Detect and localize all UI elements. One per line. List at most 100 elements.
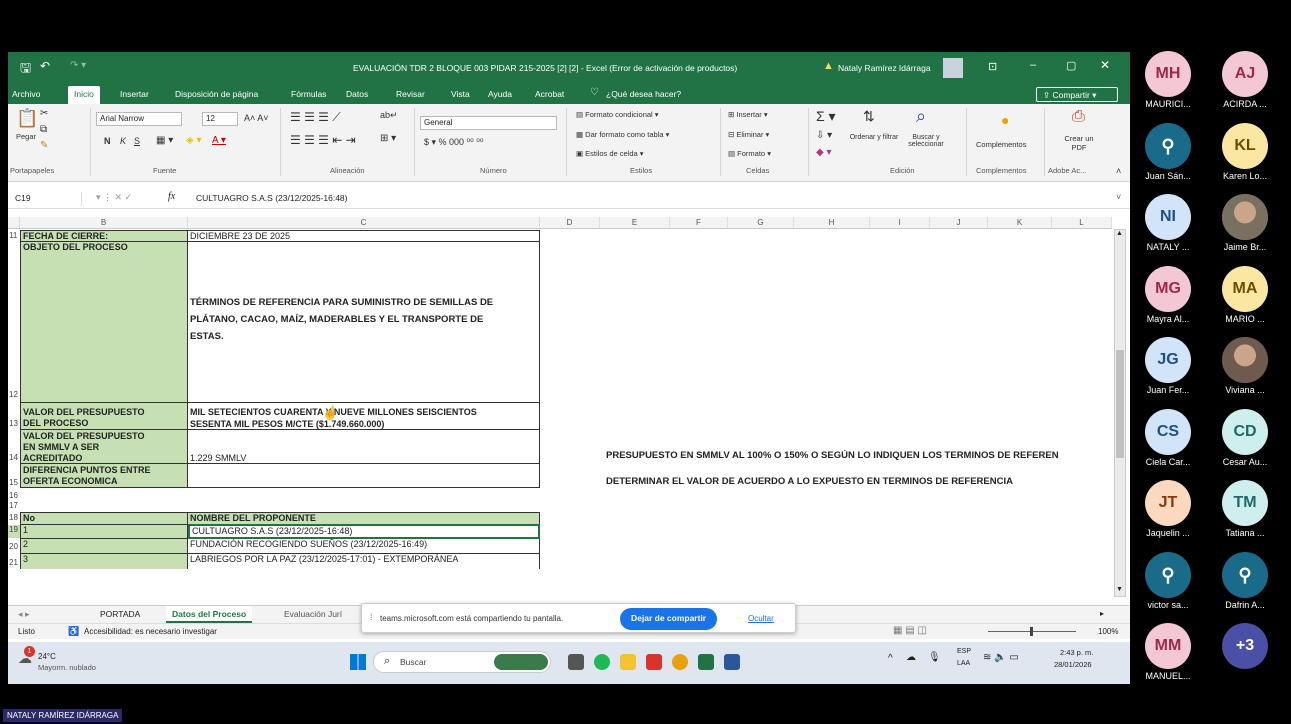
- row-header[interactable]: 16: [8, 491, 20, 500]
- column-header-i[interactable]: I: [870, 217, 930, 229]
- delete-cells-button[interactable]: ⊟ Eliminar ▾: [728, 130, 769, 139]
- column-header-k[interactable]: K: [988, 217, 1052, 229]
- keyboard-layout[interactable]: LAA: [957, 660, 970, 667]
- cell-b18[interactable]: No: [20, 512, 188, 525]
- fill-color-icon[interactable]: ◈ ▾: [186, 135, 202, 146]
- zoom-level[interactable]: 100%: [1098, 627, 1118, 636]
- scroll-up-icon[interactable]: ▲: [1116, 230, 1123, 237]
- sort-filter-button[interactable]: Ordenar y filtrar: [848, 134, 900, 141]
- cut-icon[interactable]: ✂: [40, 108, 48, 119]
- addins-button[interactable]: Complementos: [976, 140, 1026, 149]
- drag-handle-icon[interactable]: ⁞: [370, 612, 373, 622]
- undo-icon[interactable]: ↶: [40, 59, 50, 73]
- borders-icon[interactable]: ▦ ▾: [156, 135, 173, 146]
- italic-button[interactable]: K: [120, 136, 126, 146]
- view-normal-icon[interactable]: ▦ ▤ ◫: [893, 625, 927, 636]
- spreadsheet-grid[interactable]: B C D E F G H I J K L 11 FECHA DE CIERRE…: [8, 217, 1126, 600]
- addins-icon[interactable]: ●: [1001, 112, 1009, 128]
- column-header-g[interactable]: G: [728, 217, 794, 229]
- scroll-thumb[interactable]: [1116, 350, 1124, 458]
- participant-avatar[interactable]: MH: [1145, 51, 1191, 97]
- participant-avatar[interactable]: MM: [1145, 623, 1191, 669]
- ribbon-display-icon[interactable]: ⊡: [988, 60, 997, 73]
- font-grow-icon[interactable]: A˄ A˅: [244, 113, 269, 123]
- tab-archivo[interactable]: Archivo: [12, 89, 40, 99]
- cell-c21[interactable]: LABRIEGOS POR LA PAZ (23/12/2025-17:01) …: [188, 554, 540, 569]
- cell-b12[interactable]: OBJETO DEL PROCESO: [20, 242, 188, 402]
- find-icon[interactable]: ⌕: [916, 106, 926, 127]
- participant-avatar[interactable]: TM: [1222, 480, 1268, 526]
- participant-avatar[interactable]: MA: [1222, 265, 1268, 312]
- tab-formulas[interactable]: Fórmulas: [291, 89, 326, 99]
- participant-avatar[interactable]: KL: [1222, 122, 1268, 169]
- bold-button[interactable]: N: [104, 136, 111, 146]
- column-header-b[interactable]: B: [20, 217, 188, 229]
- cell-b13[interactable]: VALOR DEL PRESUPUESTO DEL PROCESO: [20, 402, 188, 430]
- currency-icon[interactable]: $ ▾ % 000 ⁰⁰ ⁰⁰: [424, 137, 483, 148]
- word-taskbar-icon[interactable]: [724, 654, 740, 670]
- cell-b21[interactable]: 3: [20, 554, 188, 569]
- cell-c11[interactable]: DICIEMBRE 23 DE 2025: [188, 230, 540, 242]
- cell-c12[interactable]: TÉRMINOS DE REFERENCIA PARA SUMINISTRO D…: [188, 242, 540, 402]
- column-header-d[interactable]: D: [540, 217, 600, 229]
- vertical-scrollbar[interactable]: ▲ ▼: [1114, 229, 1126, 597]
- participant-avatar[interactable]: CS: [1145, 408, 1191, 455]
- accessibility-icon[interactable]: ♿: [68, 626, 79, 637]
- insert-cells-button[interactable]: ⊞ Insertar ▾: [728, 110, 768, 119]
- tab-insertar[interactable]: Insertar: [120, 89, 149, 99]
- save-icon[interactable]: 🖫: [20, 59, 31, 81]
- cell-e14[interactable]: PRESUPUESTO EN SMMLV AL 100% O 150% O SE…: [606, 450, 1116, 462]
- tab-inicio[interactable]: Inicio: [68, 86, 100, 104]
- tab-vista[interactable]: Vista: [451, 89, 470, 99]
- sheet-tab-portada[interactable]: PORTADA: [100, 609, 140, 619]
- autosum-icon[interactable]: Σ ▾: [816, 108, 836, 125]
- clock-time[interactable]: 2:43 p. m.: [1060, 648, 1093, 657]
- hscroll-right-icon[interactable]: ▸: [1100, 609, 1104, 618]
- cell-b19[interactable]: 1: [20, 525, 188, 539]
- row-header[interactable]: 13: [8, 419, 20, 428]
- align-left-icon[interactable]: ☰ ☰ ☰ ⇤ ⇥: [290, 133, 356, 147]
- participant-avatar[interactable]: JG: [1145, 337, 1191, 383]
- align-top-icon[interactable]: ☰ ☰ ☰ ⟋: [290, 110, 341, 125]
- row-header[interactable]: 12: [8, 390, 20, 399]
- scroll-down-icon[interactable]: ▼: [1116, 586, 1123, 593]
- tab-acrobat[interactable]: Acrobat: [535, 89, 564, 99]
- share-button[interactable]: ⇪ Compartir ▾: [1036, 87, 1118, 102]
- weather-desc[interactable]: Mayorm. nublado: [38, 663, 96, 672]
- underline-button[interactable]: S: [134, 136, 140, 146]
- tab-datos[interactable]: Datos: [346, 89, 368, 99]
- close-icon[interactable]: ✕: [1100, 58, 1110, 72]
- participant-avatar[interactable]: ⚲: [1145, 551, 1191, 598]
- column-header-f[interactable]: F: [670, 217, 728, 229]
- chrome-icon[interactable]: [672, 654, 688, 670]
- sheet-tab-datos-proceso[interactable]: Datos del Proceso: [166, 606, 253, 623]
- tab-revisar[interactable]: Revisar: [396, 89, 425, 99]
- wifi-volume-battery-icon[interactable]: ≋ 🔈 ▭: [983, 652, 1019, 663]
- collapse-ribbon-icon[interactable]: ˄: [1116, 166, 1121, 176]
- column-header-e[interactable]: E: [600, 217, 670, 229]
- fill-icon[interactable]: ⇩ ▾: [816, 130, 832, 141]
- function-icon[interactable]: fx: [168, 191, 175, 202]
- task-view-icon[interactable]: [568, 654, 584, 670]
- create-pdf-button[interactable]: Crear un PDF: [1060, 134, 1098, 152]
- cell-b14[interactable]: VALOR DEL PRESUPUESTO EN SMMLV A SER ACR…: [20, 430, 188, 464]
- participant-avatar[interactable]: JT: [1145, 480, 1191, 526]
- participant-avatar[interactable]: ⚲: [1145, 122, 1191, 169]
- participant-avatar[interactable]: CD: [1222, 408, 1268, 455]
- user-avatar[interactable]: [943, 58, 963, 78]
- cell-c20[interactable]: FUNDACIÓN RECOGIENDO SUEÑOS (23/12/2025-…: [188, 539, 540, 554]
- formula-input[interactable]: CULTUAGRO S.A.S (23/12/2025-16:48): [196, 193, 348, 203]
- row-header[interactable]: 21: [8, 558, 20, 567]
- cell-e15[interactable]: DETERMINAR EL VALOR DE ACUERDO A LO EXPU…: [606, 476, 1116, 488]
- cell-styles-button[interactable]: ▣ Estilos de celda ▾: [576, 149, 644, 158]
- participant-avatar[interactable]: AJ: [1222, 51, 1268, 97]
- column-header-j[interactable]: J: [930, 217, 988, 229]
- row-header[interactable]: 17: [8, 501, 20, 510]
- column-header-c[interactable]: C: [188, 217, 540, 229]
- number-format-select[interactable]: General: [420, 116, 557, 130]
- wrap-text-icon[interactable]: ab↵: [380, 110, 398, 121]
- row-header[interactable]: 11: [8, 231, 20, 240]
- hide-banner-link[interactable]: Ocultar: [748, 614, 774, 623]
- clock-date[interactable]: 28/01/2026: [1054, 660, 1092, 669]
- expand-formula-icon[interactable]: ˅: [1116, 192, 1121, 202]
